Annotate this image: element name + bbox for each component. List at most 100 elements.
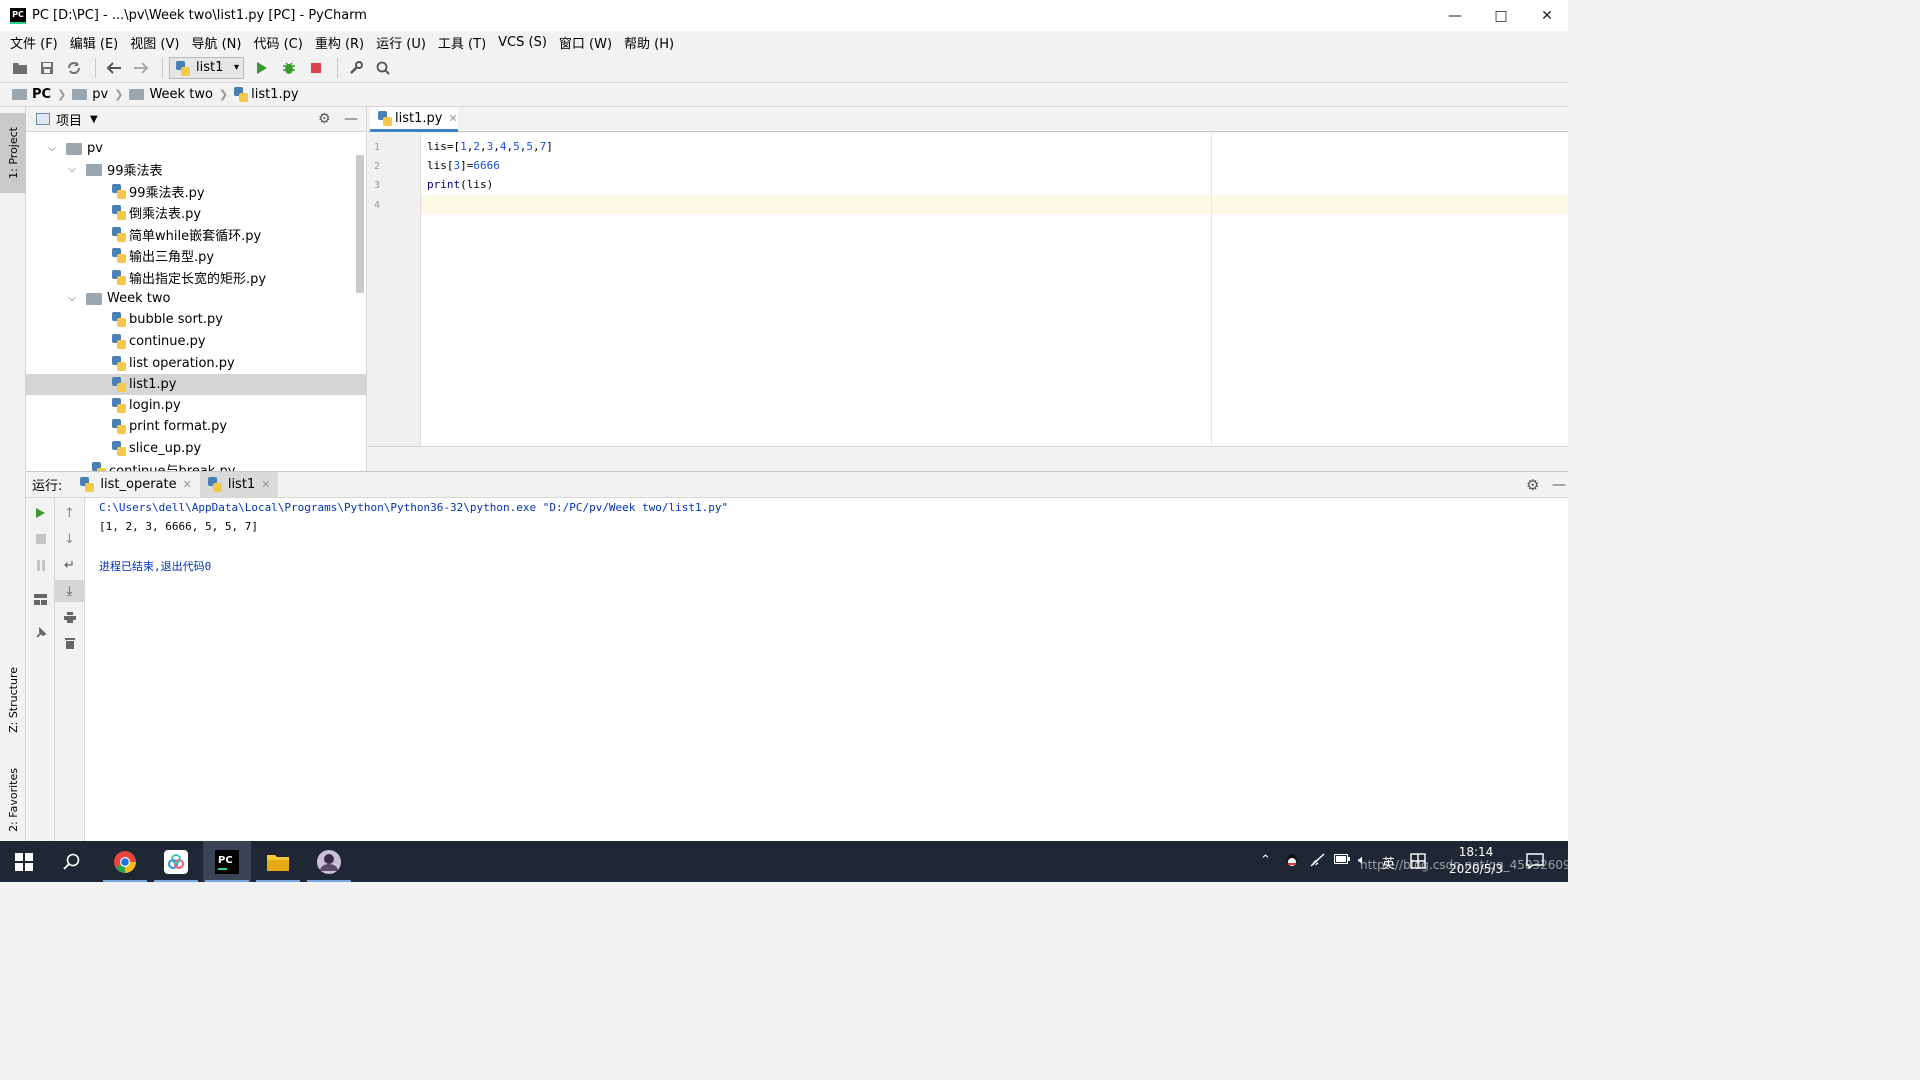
menu-code[interactable]: 代码 (C) <box>247 33 308 52</box>
tree-item-file[interactable]: login.py <box>26 395 366 416</box>
chevron-down-icon[interactable]: ⌵ <box>66 164 78 175</box>
battery-icon[interactable] <box>1334 853 1350 868</box>
code-editor[interactable] <box>421 133 1568 446</box>
tree-item-folder[interactable]: ⌵ 99乘法表 <box>26 159 366 180</box>
arrow-down-icon[interactable]: ↓ <box>55 528 84 550</box>
close-icon[interactable]: ✕ <box>261 478 270 491</box>
tree-item-file[interactable]: 输出三角型.py <box>26 245 366 266</box>
run-tab-list1[interactable]: list1 ✕ <box>199 472 279 497</box>
network-icon[interactable] <box>1310 853 1326 871</box>
minimize-button[interactable]: — <box>1432 0 1478 31</box>
chevron-down-icon[interactable]: ⌵ <box>46 143 58 154</box>
tree-item-file[interactable]: continue与break.py <box>26 459 366 471</box>
arrow-up-icon[interactable]: ↑ <box>55 502 84 524</box>
print-icon[interactable] <box>55 606 84 628</box>
tree-item-file[interactable]: print format.py <box>26 416 366 437</box>
menu-view[interactable]: 视图 (V) <box>124 33 185 52</box>
pin-icon[interactable] <box>26 622 55 644</box>
back-arrow-icon[interactable] <box>102 56 126 80</box>
tree-item-file[interactable]: continue.py <box>26 331 366 352</box>
run-tab-label: list_operate <box>100 477 177 492</box>
stop-icon[interactable] <box>26 528 55 550</box>
tree-item-file[interactable]: list operation.py <box>26 353 366 374</box>
close-icon[interactable]: ✕ <box>183 478 192 491</box>
search-icon[interactable] <box>48 841 96 882</box>
menu-edit[interactable]: 编辑 (E) <box>64 33 125 52</box>
notification-icon[interactable] <box>1526 853 1544 873</box>
menu-navigate[interactable]: 导航 (N) <box>185 33 247 52</box>
menu-run[interactable]: 运行 (U) <box>370 33 432 52</box>
run-configuration-label: list1 <box>196 60 224 75</box>
menu-refactor[interactable]: 重构 (R) <box>309 33 370 52</box>
close-icon[interactable]: ✕ <box>448 112 457 125</box>
stop-icon[interactable] <box>304 56 328 80</box>
tool-tab-favorites[interactable]: 2: Favorites <box>0 757 26 843</box>
breadcrumb-item-pc[interactable]: PC ❯ <box>12 87 72 102</box>
wrench-icon[interactable] <box>344 56 368 80</box>
tree-item-folder[interactable]: ⌵ Week two <box>26 288 366 309</box>
run-configuration-select[interactable]: list1 ▾ <box>169 56 244 79</box>
tree-item-label: 简单while嵌套循环.py <box>129 229 262 244</box>
file-explorer-icon[interactable] <box>254 841 302 882</box>
forward-arrow-icon[interactable] <box>129 56 153 80</box>
collapse-panel-icon[interactable]: — <box>344 111 358 127</box>
qq-tray-icon[interactable] <box>1285 853 1299 873</box>
cloud-drive-icon[interactable] <box>152 841 200 882</box>
menu-tools[interactable]: 工具 (T) <box>432 33 492 52</box>
python-file-icon <box>112 334 126 349</box>
trash-icon[interactable] <box>55 632 84 654</box>
tree-item-file[interactable]: 简单while嵌套循环.py <box>26 224 366 245</box>
console-command-line: C:\Users\dell\AppData\Local\Programs\Pyt… <box>99 501 729 514</box>
hide-panel-icon[interactable]: — <box>1552 477 1566 493</box>
breadcrumb-item-pv[interactable]: pv ❯ <box>72 87 129 102</box>
tree-item-file[interactable]: 99乘法表.py <box>26 181 366 202</box>
menu-window[interactable]: 窗口 (W) <box>553 33 618 52</box>
scroll-to-end-icon[interactable]: ⤓ <box>55 580 84 602</box>
open-folder-icon[interactable] <box>8 56 32 80</box>
pause-icon[interactable] <box>26 554 55 576</box>
breadcrumb-item-week-two[interactable]: Week two ❯ <box>129 87 234 102</box>
toolbar-separator <box>162 57 163 78</box>
tool-tab-project[interactable]: 1: Project <box>0 113 26 193</box>
save-icon[interactable] <box>35 56 59 80</box>
gear-icon[interactable]: ⚙ <box>318 111 331 127</box>
project-scrollbar[interactable] <box>356 155 364 293</box>
toolbar-separator <box>95 57 96 78</box>
soft-wrap-icon[interactable]: ↵ <box>55 554 84 576</box>
tree-item-folder[interactable]: ⌵ pv <box>26 138 366 159</box>
run-tab-list-operate[interactable]: list_operate ✕ <box>72 472 199 497</box>
menu-help[interactable]: 帮助 (H) <box>618 33 680 52</box>
tool-tab-structure[interactable]: Z: Structure <box>0 657 26 743</box>
tree-item-file[interactable]: bubble sort.py <box>26 309 366 330</box>
debug-icon[interactable] <box>277 56 301 80</box>
tree-item-file-selected[interactable]: list1.py <box>26 374 366 395</box>
close-button[interactable]: ✕ <box>1524 0 1570 31</box>
breadcrumb-item-list1[interactable]: list1.py <box>234 87 299 102</box>
menu-file[interactable]: 文件 (F) <box>4 33 64 52</box>
search-icon[interactable] <box>371 56 395 80</box>
chevron-down-icon[interactable]: ▼ <box>90 114 98 125</box>
tree-item-file[interactable]: 输出指定长宽的矩形.py <box>26 267 366 288</box>
pycharm-taskbar-icon[interactable]: PC <box>203 841 251 882</box>
line-number: 3 <box>374 180 381 191</box>
show-hidden-icons-icon[interactable]: ⌃ <box>1260 853 1271 868</box>
layout-icon[interactable] <box>26 588 55 610</box>
maximize-button[interactable]: □ <box>1478 0 1524 31</box>
run-console[interactable]: C:\Users\dell\AppData\Local\Programs\Pyt… <box>85 498 1568 841</box>
menu-vcs[interactable]: VCS (S) <box>492 35 553 50</box>
gear-icon[interactable]: ⚙ <box>1526 476 1539 494</box>
avatar-app-icon[interactable] <box>305 841 353 882</box>
chevron-down-icon[interactable]: ⌵ <box>66 293 78 304</box>
project-view-select[interactable]: 项目 <box>56 110 82 129</box>
editor-tab-list1[interactable]: list1.py ✕ <box>370 107 458 132</box>
run-icon[interactable] <box>250 56 274 80</box>
tree-item-label: print format.py <box>129 419 228 434</box>
rerun-icon[interactable] <box>26 502 55 524</box>
tree-item-file[interactable]: 倒乘法表.py <box>26 202 366 223</box>
windows-start-icon[interactable] <box>0 841 48 882</box>
sync-icon[interactable] <box>62 56 86 80</box>
left-tool-strip: 1: Project Z: Structure 2: Favorites <box>0 107 26 841</box>
tree-item-file[interactable]: slice_up.py <box>26 438 366 459</box>
python-file-icon <box>112 184 126 199</box>
chrome-icon[interactable] <box>101 841 149 882</box>
